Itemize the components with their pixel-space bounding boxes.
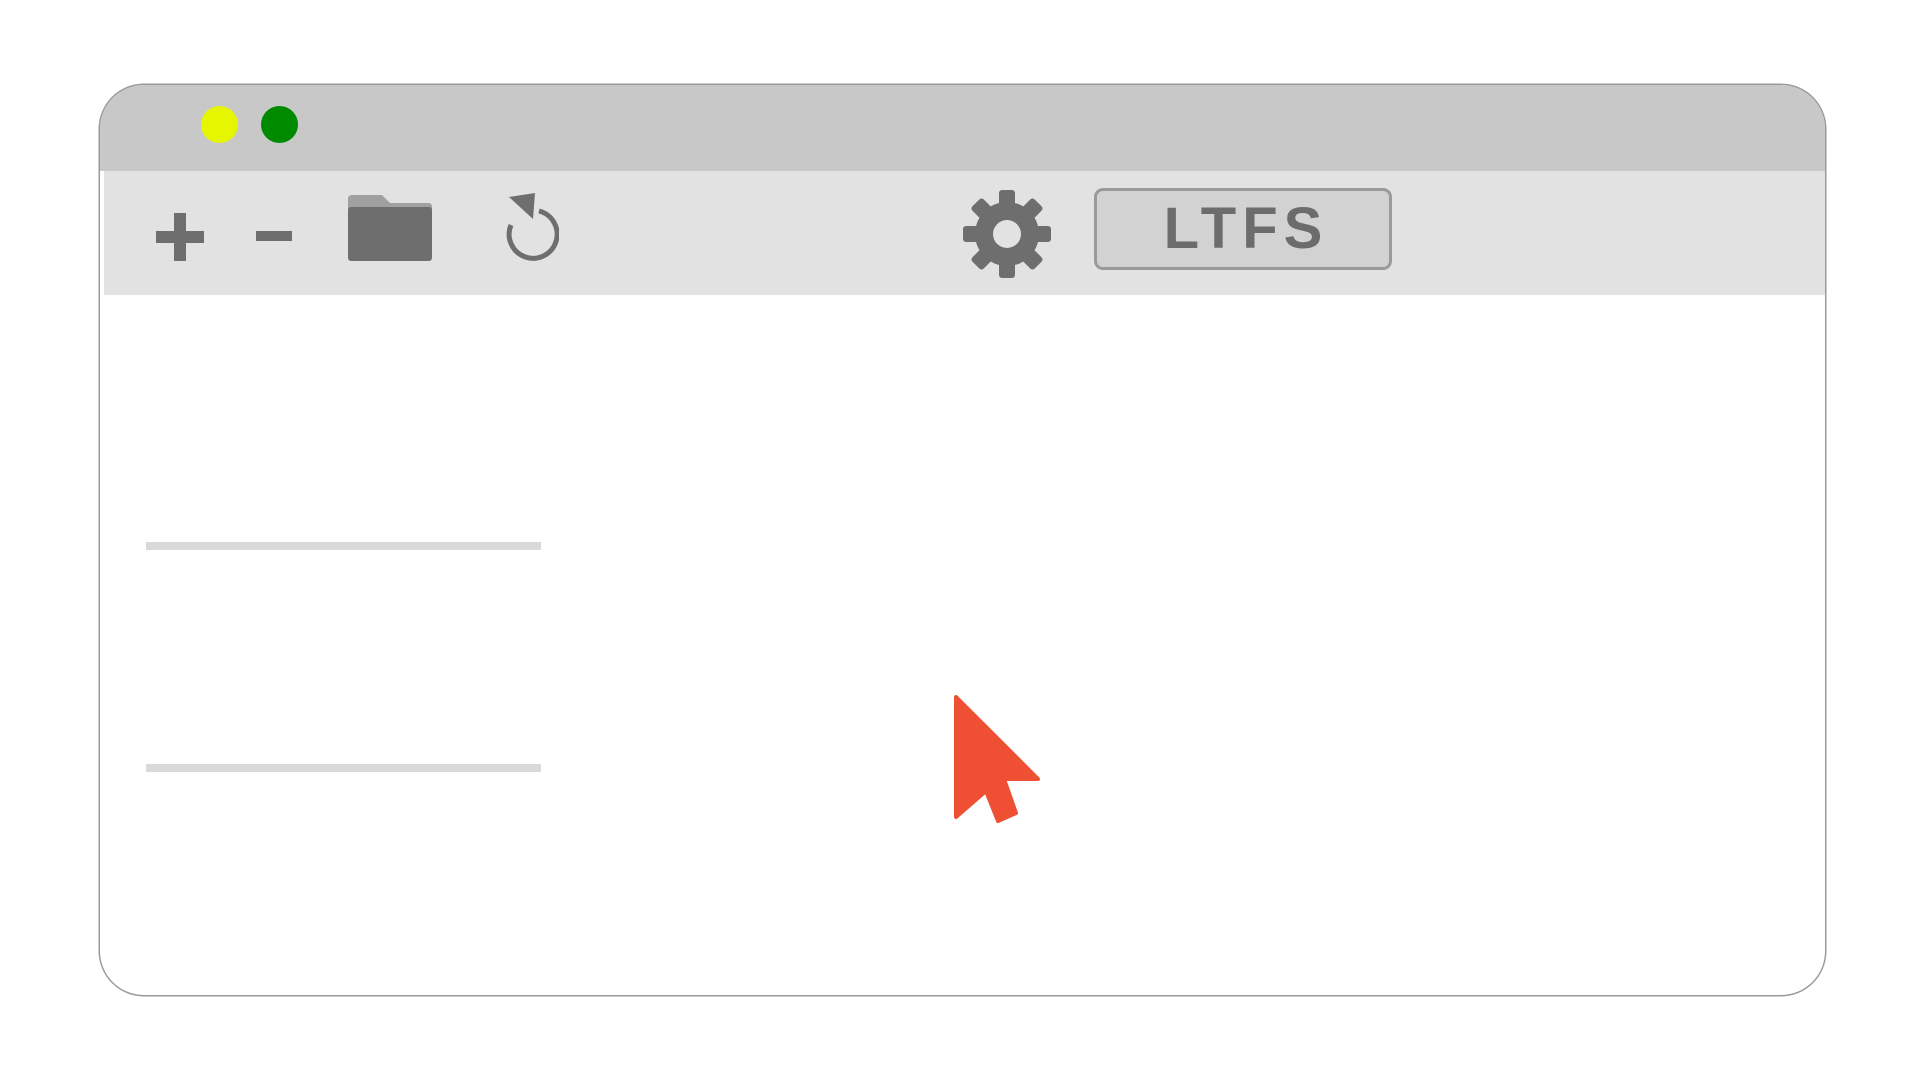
- app-window: LTFS: [100, 85, 1825, 995]
- minus-icon[interactable]: [254, 221, 294, 251]
- arrow-cursor-icon: [954, 695, 1040, 823]
- gear-icon[interactable]: [962, 189, 1052, 279]
- minimize-button[interactable]: [201, 106, 238, 143]
- sidebar-divider: [146, 764, 541, 772]
- reload-icon[interactable]: [489, 191, 559, 267]
- plus-icon[interactable]: [152, 209, 208, 265]
- toolbar: LTFS: [104, 171, 1825, 295]
- folder-icon[interactable]: [344, 193, 436, 263]
- sidebar-divider: [146, 542, 541, 550]
- maximize-button[interactable]: [261, 106, 298, 143]
- title-bar: [100, 85, 1825, 171]
- ltfs-button[interactable]: LTFS: [1094, 188, 1392, 270]
